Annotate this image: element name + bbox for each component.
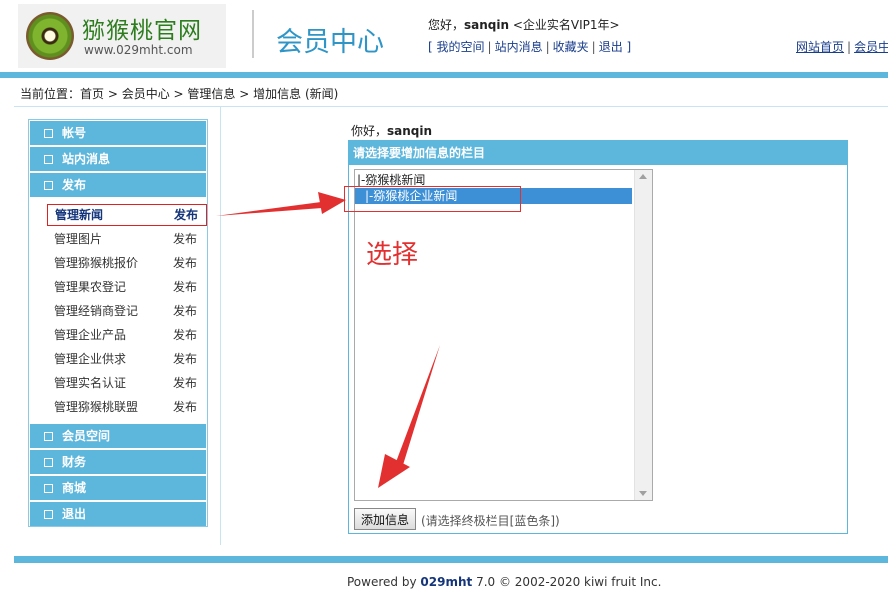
- arrow-to-category: [216, 192, 346, 216]
- powered-by-label: Powered by: [347, 575, 417, 589]
- footer-bar: [14, 556, 888, 563]
- annotation-arrows: [216, 192, 440, 488]
- footer-version: 7.0: [476, 575, 496, 589]
- footer-copyright: Powered by 029mht 7.0 © 2002-2020 kiwi f…: [347, 575, 661, 589]
- footer-copyright-text: © 2002-2020 kiwi fruit Inc.: [498, 575, 662, 589]
- footer-brand: 029mht: [420, 575, 473, 589]
- arrow-to-add-button: [378, 345, 440, 488]
